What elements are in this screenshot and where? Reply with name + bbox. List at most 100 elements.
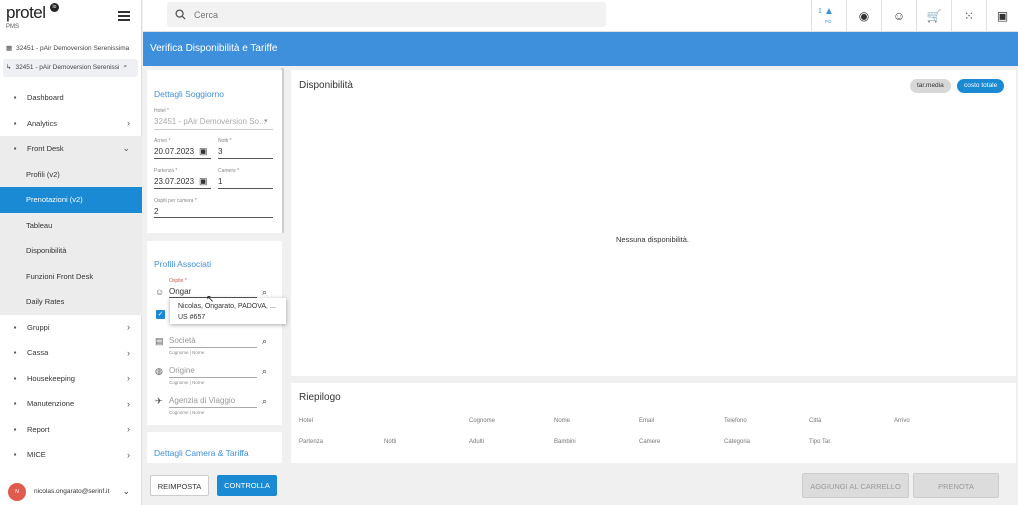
add-to-cart-button[interactable]: AGGIUNGI AL CARRELLO <box>802 473 909 498</box>
guest-autocomplete-dropdown[interactable]: Nicolas, Ongarato, PADOVA, ... US #657 <box>170 298 286 324</box>
guests-underline <box>154 217 273 218</box>
search-icon[interactable]: ⌕ <box>262 336 267 347</box>
chevron-right-icon: › <box>127 118 130 129</box>
sidebar-item-manutenzione[interactable]: ▪ Manutenzione › <box>0 391 142 417</box>
total-cost-toggle[interactable]: costo totale <box>957 79 1005 93</box>
chevron-down-icon: ⌄ <box>122 143 130 154</box>
arrival-underline <box>154 158 211 159</box>
hotel-underline <box>154 129 273 130</box>
cart-icon[interactable]: 🛒 <box>916 0 951 32</box>
globe-icon: ◍ <box>155 366 163 376</box>
agency-underline <box>169 407 257 408</box>
rooms-field[interactable]: 1 <box>218 177 222 186</box>
sidebar-item-cassa[interactable]: ▪ Cassa › <box>0 340 142 366</box>
apps-grid-icon[interactable]: ⁙ <box>951 0 986 32</box>
average-rate-toggle[interactable]: tar.media <box>910 79 951 93</box>
sidebar-item-housekeeping[interactable]: ▪ Housekeeping › <box>0 366 142 392</box>
search-icon[interactable]: ⌕ <box>262 396 267 407</box>
user-check-icon[interactable]: ☺ <box>881 0 916 32</box>
departure-label: Partenza * <box>154 168 178 174</box>
mice-icon: ▪ <box>13 450 17 460</box>
departure-field[interactable]: 23.07.2023 <box>154 177 194 186</box>
sidebar-item-label: Analytics <box>27 118 58 128</box>
check-button[interactable]: CONTROLLA <box>217 475 277 496</box>
chevron-right-icon: › <box>127 322 130 333</box>
reset-button[interactable]: REIMPOSTA <box>150 475 209 496</box>
sidebar-item-daily-rates[interactable]: Daily Rates <box>0 289 142 315</box>
calendar-icon[interactable]: ▣ <box>199 146 208 157</box>
chevron-right-icon: › <box>127 373 130 384</box>
stay-details-title: Dettagli Soggiorno <box>154 89 224 99</box>
record-icon[interactable]: ◉ <box>846 0 881 32</box>
search-icon[interactable]: ⌕ <box>123 63 127 71</box>
guest-icon: ☺ <box>155 287 165 297</box>
chevron-down-icon[interactable]: ▾ <box>264 117 268 125</box>
guest-checkbox[interactable]: ✓ <box>156 310 165 319</box>
analytics-icon: ▪ <box>13 118 17 128</box>
summary-col-header: Bambini <box>554 439 576 445</box>
nights-label: Notti * <box>218 138 232 144</box>
property-context[interactable]: ▦ 32451 - pAir Demoversion Serenissima <box>6 44 129 53</box>
agency-hint: Cognome | Nome <box>169 410 205 415</box>
company-field[interactable]: Società <box>169 336 196 345</box>
guest-field[interactable]: Ongar <box>169 287 191 296</box>
building-icon: ▦ <box>6 45 13 52</box>
calendar-icon[interactable]: ▣ <box>986 0 1018 32</box>
summary-col-header: Nome <box>554 418 571 424</box>
property-selector-label: 32451 - pAir Demoversion Serenissima <box>15 63 120 71</box>
arrival-field[interactable]: 20.07.2023 <box>154 147 194 156</box>
hamburger-menu-icon[interactable] <box>118 11 130 21</box>
summary-col-header: Telefono <box>724 418 747 424</box>
sidebar-item-disponibilit[interactable]: Disponibilità <box>0 238 142 264</box>
origin-field[interactable]: Origine <box>169 366 195 375</box>
home-icon: ▪ <box>13 93 17 103</box>
nights-field[interactable]: 3 <box>218 147 222 156</box>
brand-logo: protel <box>6 3 46 22</box>
sidebar-item-report[interactable]: ▪ Report › <box>0 417 142 443</box>
book-button[interactable]: PRENOTA <box>913 473 999 498</box>
return-arrow-icon: ↳ <box>6 64 12 71</box>
sidebar-item-label: Disponibilità <box>26 246 67 256</box>
search-icon[interactable]: ⌕ <box>262 366 267 377</box>
global-search[interactable] <box>167 2 606 27</box>
calendar-icon[interactable]: ▣ <box>199 176 208 187</box>
autocomplete-option[interactable]: Nicolas, Ongarato, PADOVA, ... <box>178 301 278 312</box>
sidebar-item-label: Housekeeping <box>27 373 75 383</box>
summary-col-header: Categoria <box>724 439 751 445</box>
sidebar-item-label: Report <box>27 424 50 434</box>
brand-badge: io <box>50 3 59 12</box>
sidebar-item-label: Manutenzione <box>27 399 75 409</box>
summary-col-header: Camere <box>639 439 661 445</box>
hotel-field[interactable]: 32451 - pAir Demoversion So... <box>154 117 266 126</box>
chevron-down-icon[interactable]: ⌄ <box>122 486 130 497</box>
guests-field[interactable]: 2 <box>154 207 158 216</box>
sidebar-item-label: Prenotazioni (v2) <box>26 195 83 205</box>
sidebar-item-funzioni-front-desk[interactable]: Funzioni Front Desk <box>0 263 142 289</box>
sidebar-item-front-desk[interactable]: ▪ Front Desk ⌄ <box>0 136 142 162</box>
sidebar-item-dashboard[interactable]: ▪ Dashboard <box>0 85 142 111</box>
sidebar-item-label: Gruppi <box>27 322 50 332</box>
user-bar[interactable]: N nicolas.ongarato@serinf.it ⌄ <box>0 478 142 505</box>
company-hint: Cognome | Nome <box>169 350 205 355</box>
sidebar-item-prenotazioni-v2[interactable]: Prenotazioni (v2) <box>0 187 142 213</box>
summary-col-header: Partenza <box>299 439 324 445</box>
property-selector[interactable]: ↳ 32451 - pAir Demoversion Serenissima ⌕ <box>6 63 136 71</box>
chevron-right-icon: › <box>127 424 130 435</box>
sidebar-item-label: Dashboard <box>27 93 64 103</box>
arrival-label: Arrivo * <box>154 138 171 144</box>
summary-col-header: Tipo Tar. <box>809 439 832 445</box>
sidebar-item-gruppi[interactable]: ▪ Gruppi › <box>0 315 142 341</box>
sidebar-item-mice[interactable]: ▪ MICE › <box>0 442 142 468</box>
search-input[interactable] <box>194 9 574 20</box>
departure-underline <box>154 188 211 189</box>
sidebar-item-profili-v2[interactable]: Profili (v2) <box>0 161 142 187</box>
notification-button[interactable]: 1 ▲ PO <box>811 0 846 32</box>
sidebar-item-analytics[interactable]: ▪ Analytics › <box>0 111 142 137</box>
rooms-label: Camere * <box>218 168 240 174</box>
agency-field[interactable]: Agenzia di Viaggio <box>169 396 235 405</box>
sidebar-item-tableau[interactable]: Tableau <box>0 212 142 238</box>
search-icon[interactable]: ⌕ <box>262 287 267 298</box>
chevron-right-icon: › <box>127 347 130 358</box>
bell-icon: ▲ <box>824 6 834 17</box>
guest-label: Ospite * <box>169 278 187 284</box>
